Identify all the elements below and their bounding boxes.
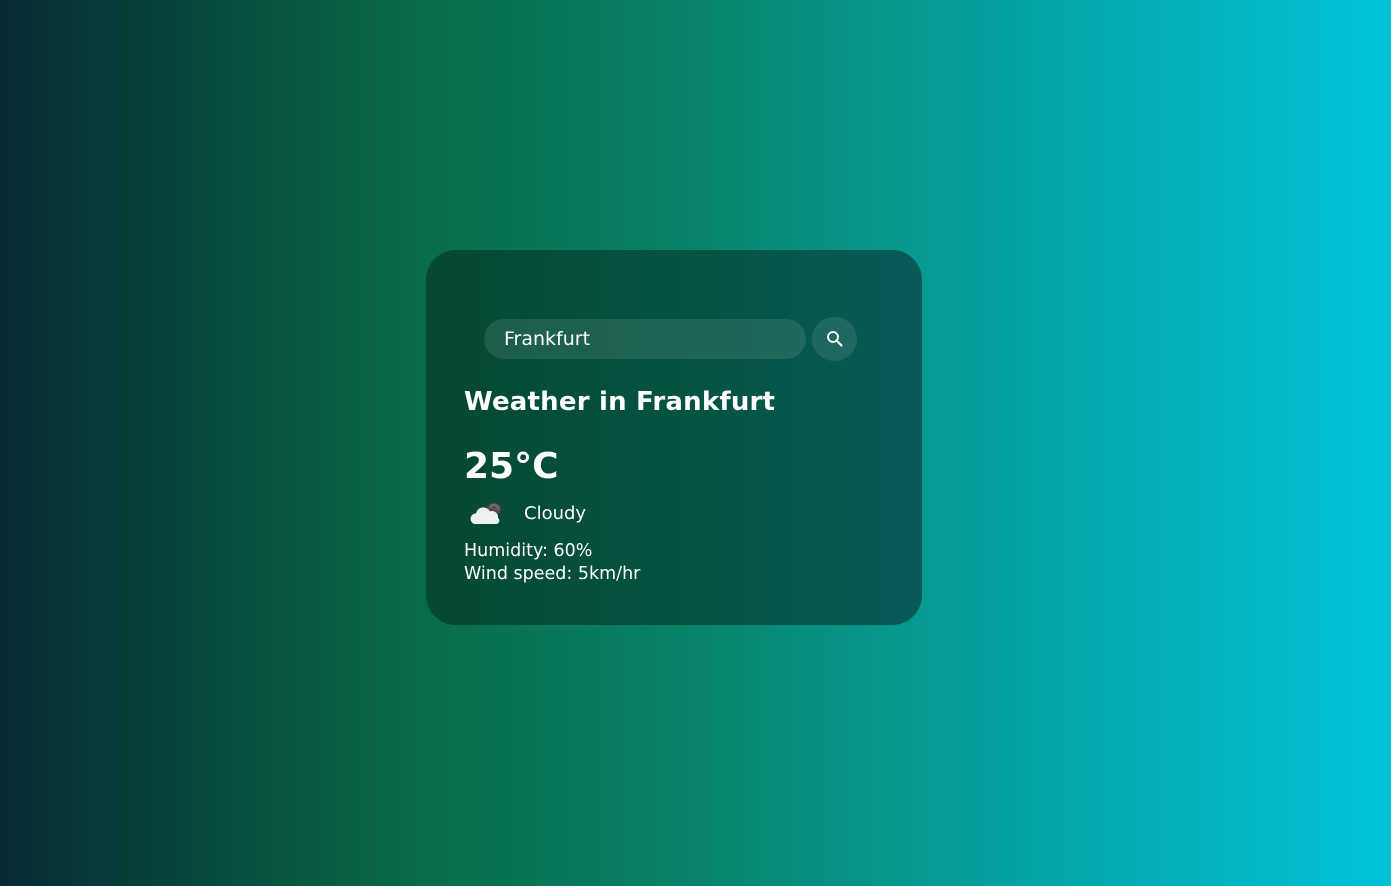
search-button[interactable] <box>812 317 857 361</box>
search-input[interactable] <box>484 319 806 359</box>
temperature: 25°C <box>464 446 559 487</box>
search-icon <box>826 330 844 348</box>
wind-speed-label: Wind speed: 5km/hr <box>464 564 641 584</box>
weather-card: Weather in Frankfurt 25°C Cloudy Humidit… <box>426 250 922 625</box>
weather-title: Weather in Frankfurt <box>464 387 776 417</box>
condition-label: Cloudy <box>524 502 587 524</box>
condition-row: Cloudy <box>468 498 586 528</box>
cloudy-icon <box>468 498 508 528</box>
humidity-label: Humidity: 60% <box>464 541 593 561</box>
search-bar <box>484 317 857 361</box>
weather-details: Humidity: 60% Wind speed: 5km/hr <box>464 540 640 586</box>
